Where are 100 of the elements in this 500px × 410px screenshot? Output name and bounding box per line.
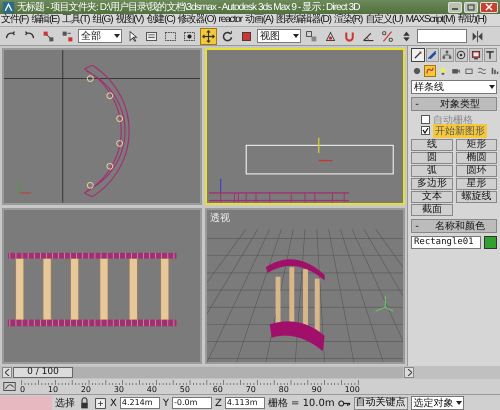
percent-icon: [381, 30, 394, 42]
collapse-sign[interactable]: -: [412, 220, 422, 232]
menu-item[interactable]: 文件(F): [1, 14, 28, 26]
menu-item[interactable]: 渲染(R): [334, 14, 362, 26]
tick-label: 70: [246, 384, 256, 394]
object-color-swatch[interactable]: [484, 236, 497, 249]
menu-item[interactable]: 视图(V): [115, 14, 144, 26]
shape-type-button[interactable]: 圆: [411, 152, 452, 164]
previous-frame-button[interactable]: [2, 367, 12, 378]
modify-tab[interactable]: [426, 48, 439, 62]
tick-label: 0: [20, 384, 26, 394]
shape-type-button[interactable]: 螺旋线: [456, 191, 497, 203]
checkbox[interactable]: [421, 126, 430, 135]
collapse-sign[interactable]: -: [412, 98, 422, 110]
next-frame-button[interactable]: [404, 367, 414, 378]
tick-label: 100: [344, 384, 360, 394]
object-name-field[interactable]: Rectangle01: [411, 236, 481, 249]
lights-icon: [438, 66, 448, 76]
mirror-icon: [471, 30, 484, 42]
toolbar-dropdown[interactable]: 全部: [78, 29, 122, 43]
rollout-header[interactable]: - 名称和颜色: [411, 219, 497, 233]
key-mode-dropdown[interactable]: 选定对象: [410, 396, 464, 410]
coordinate-field[interactable]: 4.113m: [224, 397, 265, 409]
checkbox-label: 开始新图形: [433, 124, 487, 138]
scale-icon: [240, 30, 253, 42]
shape-type-button[interactable]: 线: [411, 139, 452, 151]
menu-item[interactable]: 自定义(U): [365, 14, 403, 26]
menu-item[interactable]: MAXScript(M): [406, 14, 455, 26]
utilities-icon: [485, 50, 496, 60]
shape-type-button[interactable]: 文本: [411, 191, 452, 203]
menu-item[interactable]: 工具(T): [62, 14, 90, 26]
menu-item[interactable]: 创建(C): [146, 14, 175, 26]
shape-type-button[interactable]: 圆环: [456, 165, 497, 177]
close-icon: [485, 3, 493, 11]
geometry-icon: [412, 66, 422, 76]
shape-type-button[interactable]: 截面: [411, 204, 452, 216]
menu-item[interactable]: 图表编辑器(D): [276, 14, 331, 26]
checkbox-label: 自动栅格: [433, 114, 473, 126]
viewport[interactable]: [2, 208, 202, 364]
toolbar-dropdown[interactable]: 视图: [257, 29, 301, 43]
menu-item[interactable]: 编辑(E): [31, 14, 60, 26]
geometry-category-button[interactable]: [411, 65, 423, 77]
maximize-icon: [467, 4, 475, 10]
spacewarps-category-button[interactable]: [476, 65, 488, 77]
named-selection-field[interactable]: [417, 29, 467, 43]
dropdown-caret-icon: [293, 34, 299, 38]
hierarchy-tab[interactable]: [440, 48, 454, 62]
absolute-mode-icon[interactable]: [94, 396, 107, 410]
maximize-button[interactable]: [464, 2, 478, 12]
display-tab[interactable]: [469, 48, 482, 62]
menu-item[interactable]: 组(G): [92, 14, 112, 26]
close-button[interactable]: [480, 2, 498, 12]
selection-label: 选择: [55, 396, 75, 410]
shape-type-button[interactable]: 星形: [456, 178, 497, 190]
category-dropdown[interactable]: 样条线: [411, 80, 497, 94]
shape-type-button[interactable]: 矩形: [456, 139, 497, 151]
curve-editor-icon[interactable]: [3, 380, 16, 393]
shapes-category-button[interactable]: [424, 65, 436, 77]
viewport[interactable]: 透视: [205, 208, 405, 364]
rotate-icon: [221, 30, 234, 42]
dropdown-caret-icon: [114, 34, 120, 38]
shape-type-button[interactable]: 椭圆: [456, 152, 497, 164]
grid-size-label: 栅格 = 10.0m: [268, 396, 335, 410]
menu-item[interactable]: 动画(A): [244, 14, 273, 26]
axis-label: Y: [162, 398, 169, 408]
motion-tab[interactable]: [454, 48, 468, 62]
pivot-icon: [305, 30, 318, 42]
minimize-button[interactable]: [448, 2, 462, 12]
create-tab[interactable]: [411, 48, 424, 62]
auto-key-button[interactable]: 自动关键点: [354, 396, 408, 410]
create-icon: [412, 50, 423, 60]
tick-label: 80: [278, 384, 289, 394]
link-icon: [42, 30, 55, 42]
coordinate-field[interactable]: -0.0m: [172, 397, 212, 409]
helpers-icon: [464, 66, 474, 76]
hierarchy-icon: [442, 50, 452, 60]
crossing-icon: [183, 30, 196, 42]
manipulate-icon: [324, 30, 337, 42]
viewport-label[interactable]: 透视: [210, 210, 230, 224]
shape-type-button[interactable]: 多边形: [411, 178, 452, 190]
time-slider-thumb[interactable]: 0 / 100: [13, 367, 73, 378]
shapes-icon: [425, 66, 435, 76]
move-tool-button[interactable]: [200, 28, 217, 44]
coordinate-field[interactable]: 4.214m: [120, 397, 160, 409]
utilities-tab[interactable]: [484, 48, 497, 62]
menu-item[interactable]: 修改器(O): [178, 14, 216, 26]
rollout-header[interactable]: - 对象类型: [411, 97, 497, 111]
tick-label: 40: [146, 384, 157, 394]
menu-item[interactable]: 帮助(H): [458, 14, 486, 26]
checkbox[interactable]: [421, 115, 430, 124]
dropdown-caret-icon: [489, 85, 495, 89]
shape-type-button[interactable]: 弧: [411, 165, 452, 177]
systems-category-button[interactable]: [489, 65, 500, 77]
snap-icon: [343, 30, 356, 42]
motion-icon: [456, 50, 466, 60]
tick-label: 60: [212, 384, 223, 394]
menu-item[interactable]: reactor: [218, 14, 242, 26]
spacewarps-icon: [477, 66, 487, 76]
app-icon: [2, 0, 15, 14]
modify-icon: [427, 50, 438, 60]
